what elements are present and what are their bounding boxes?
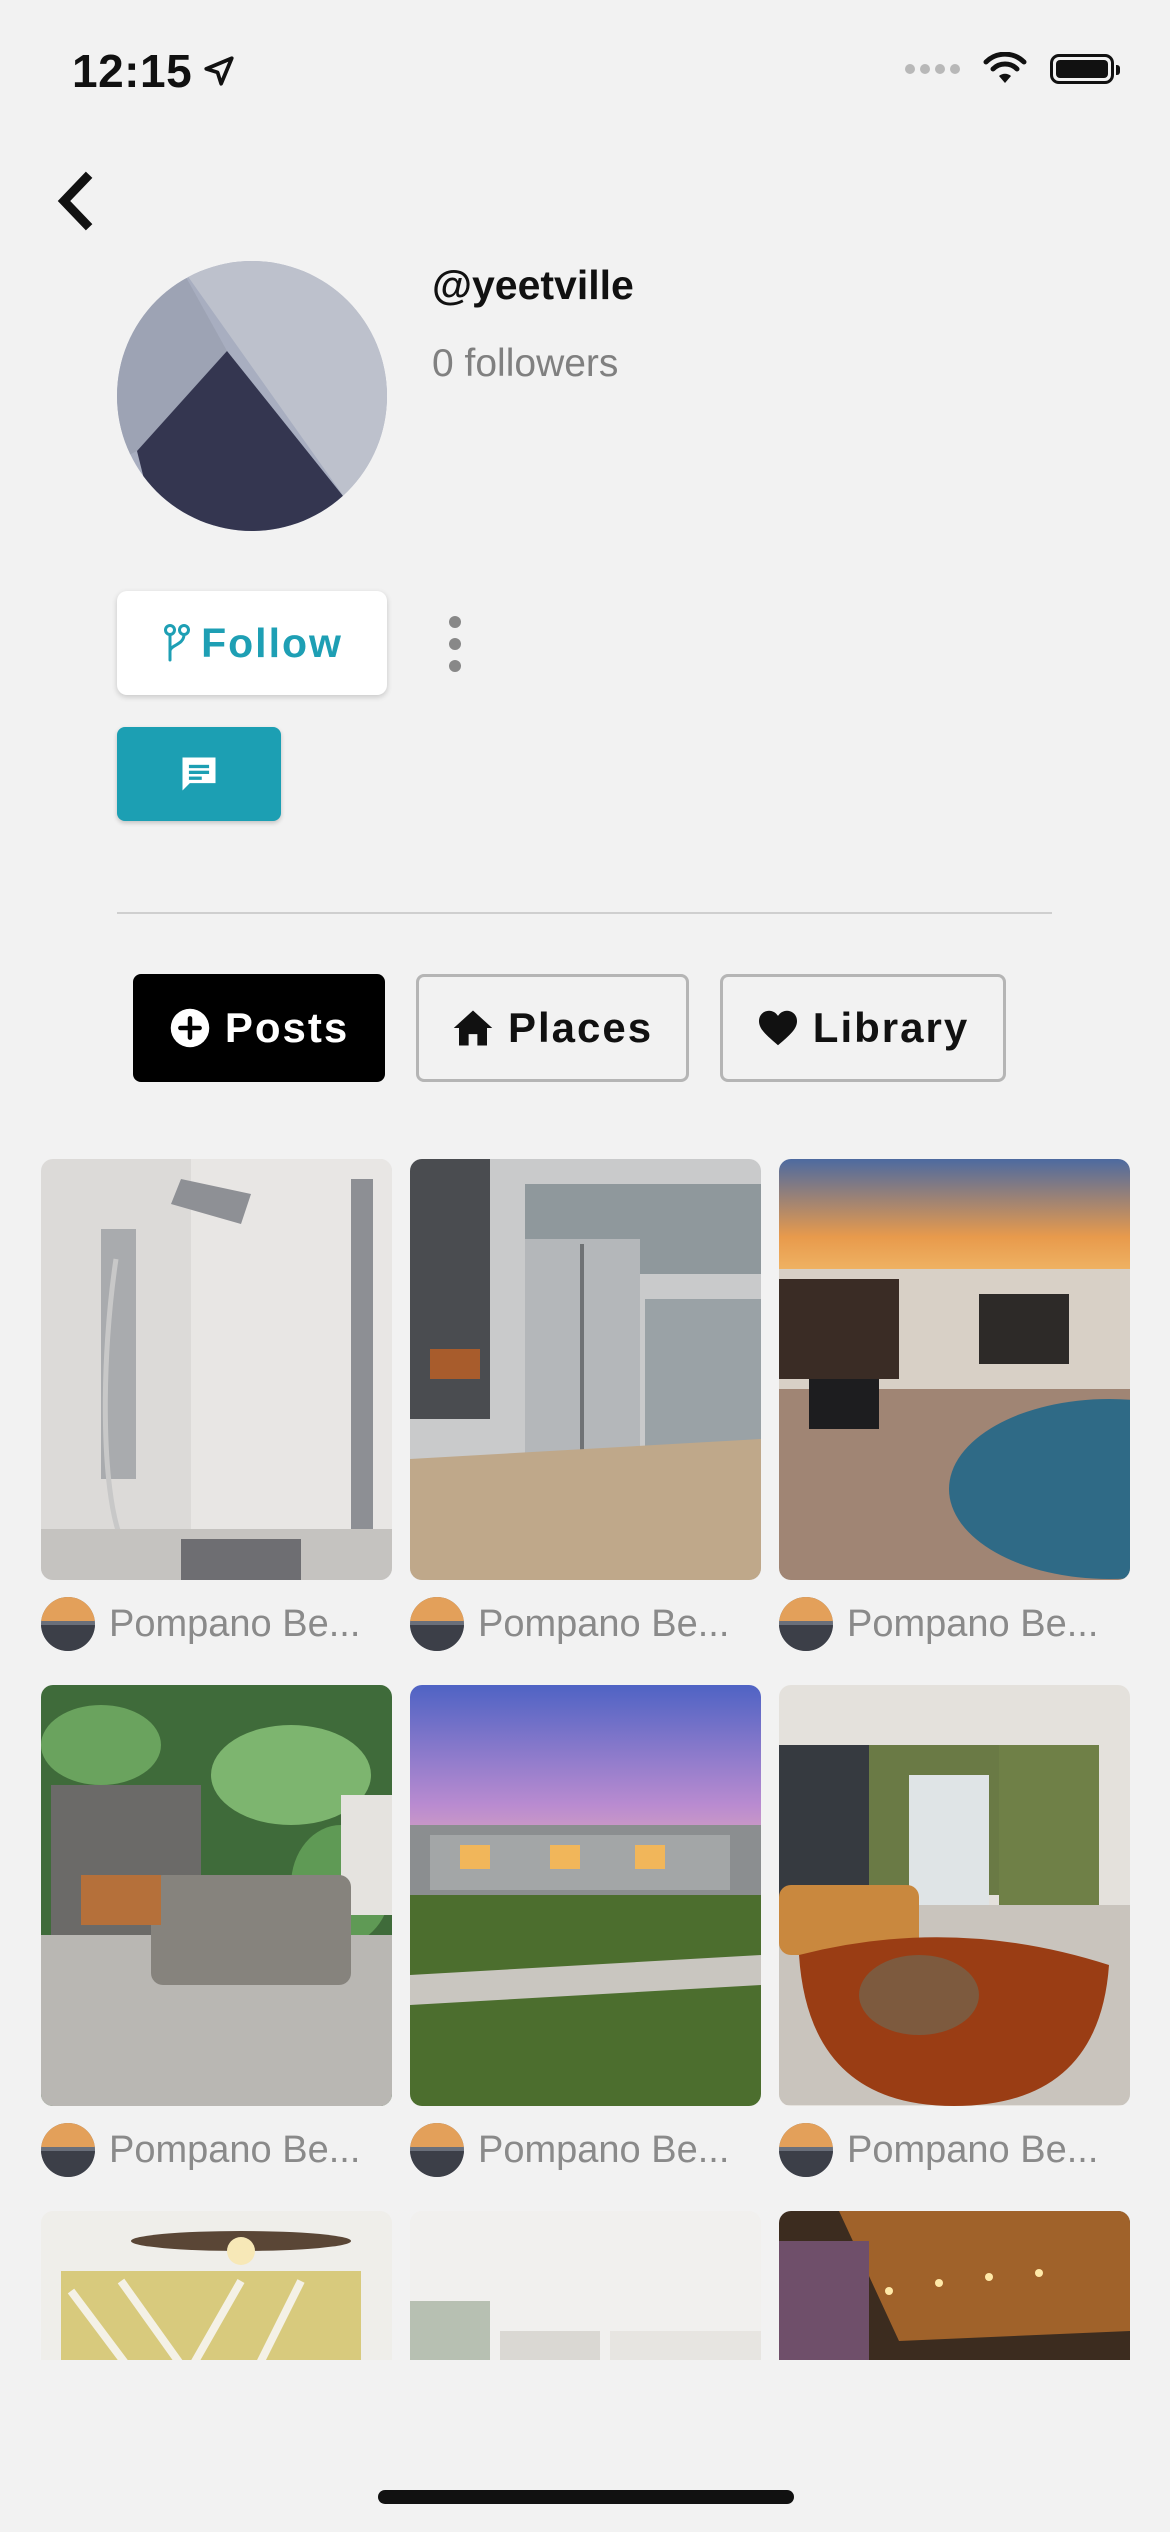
post-thumbnail[interactable]	[410, 1159, 761, 1580]
post-card[interactable]: Pompano Be...	[779, 1685, 1130, 2178]
heart-icon	[758, 1010, 797, 1046]
chevron-left-icon	[57, 171, 93, 231]
wifi-icon	[983, 52, 1027, 83]
tab-places[interactable]: Places	[416, 974, 689, 1082]
post-thumbnail[interactable]	[410, 1685, 761, 2106]
location-arrow-icon	[204, 56, 234, 86]
post-caption: Pompano Be...	[109, 2128, 361, 2171]
post-card[interactable]	[410, 2211, 761, 2360]
followers-count: 0 followers	[432, 342, 619, 385]
post-thumbnail[interactable]	[779, 2211, 1130, 2360]
post-card[interactable]: Pompano Be...	[779, 1159, 1130, 1652]
post-card[interactable]: Pompano Be...	[41, 1159, 392, 1652]
caption-avatar	[410, 2123, 464, 2177]
caption-avatar	[41, 2123, 95, 2177]
more-icon-dot	[449, 660, 461, 672]
tab-places-label: Places	[507, 1004, 654, 1051]
status-time: 12:15	[72, 44, 236, 98]
time-text: 12:15	[72, 45, 193, 97]
post-card[interactable]	[779, 2211, 1130, 2360]
more-icon-dot	[449, 638, 461, 650]
post-card[interactable]	[41, 2211, 392, 2360]
back-button[interactable]	[44, 166, 104, 236]
post-card[interactable]: Pompano Be...	[410, 1685, 761, 2178]
divider	[117, 912, 1052, 914]
plus-circle-icon	[170, 1008, 210, 1048]
profile-avatar	[117, 261, 387, 531]
post-caption: Pompano Be...	[847, 2128, 1099, 2171]
post-card[interactable]: Pompano Be...	[410, 1159, 761, 1652]
battery-icon	[1050, 54, 1120, 84]
post-thumbnail[interactable]	[41, 2211, 392, 2360]
caption-avatar	[410, 1597, 464, 1651]
follow-button[interactable]: Follow	[117, 591, 387, 695]
posts-grid: Pompano Be... Pompano Be... Pompano Be..…	[0, 1150, 1170, 2360]
post-card[interactable]: Pompano Be...	[41, 1685, 392, 2178]
post-thumbnail[interactable]	[41, 1159, 392, 1580]
post-caption: Pompano Be...	[847, 1602, 1099, 1645]
more-options-button[interactable]	[440, 616, 470, 672]
caption-avatar	[779, 2123, 833, 2177]
home-icon	[453, 1010, 493, 1046]
post-thumbnail[interactable]	[410, 2211, 761, 2360]
more-icon-dot	[449, 616, 461, 628]
status-indicators	[905, 52, 1120, 86]
message-button[interactable]	[117, 727, 281, 821]
post-caption: Pompano Be...	[478, 2128, 730, 2171]
post-caption: Pompano Be...	[478, 1602, 730, 1645]
fork-icon	[164, 624, 191, 662]
post-thumbnail[interactable]	[779, 1685, 1130, 2106]
caption-avatar	[41, 1597, 95, 1651]
cellular-signal-icon	[905, 64, 960, 74]
tab-posts-label: Posts	[224, 1004, 350, 1051]
profile-username: @yeetville	[432, 262, 634, 308]
post-thumbnail[interactable]	[779, 1159, 1130, 1580]
tab-library-label: Library	[812, 1004, 970, 1051]
message-icon	[182, 757, 216, 791]
tab-library[interactable]: Library	[720, 974, 1006, 1082]
post-thumbnail[interactable]	[41, 1685, 392, 2106]
post-caption: Pompano Be...	[109, 1602, 361, 1645]
tab-posts[interactable]: Posts	[133, 974, 385, 1082]
caption-avatar	[779, 1597, 833, 1651]
home-indicator	[378, 2490, 794, 2504]
follow-label: Follow	[201, 619, 343, 666]
